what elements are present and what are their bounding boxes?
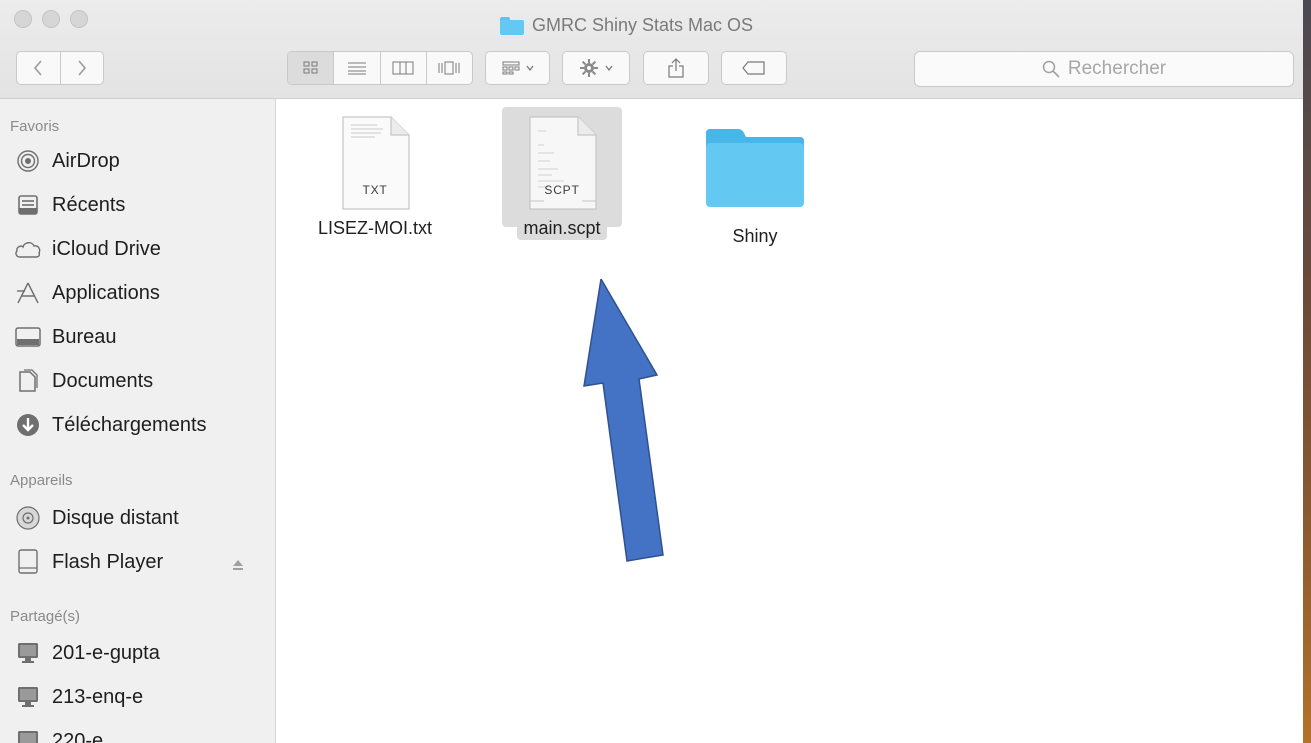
file-type-badge: SCPT: [544, 183, 580, 197]
chevron-left-icon: [34, 60, 42, 76]
recents-icon: [14, 191, 42, 219]
zoom-window-button[interactable]: [70, 10, 88, 28]
tag-icon: [742, 61, 765, 75]
sidebar-section-partages: Partagé(s): [10, 608, 81, 625]
chevron-down-icon: [605, 65, 613, 71]
back-button[interactable]: [17, 52, 61, 84]
action-button[interactable]: [562, 51, 630, 85]
window-title-text: GMRC Shiny Stats Mac OS: [532, 15, 754, 35]
documents-icon: [14, 367, 42, 395]
computer-icon: [14, 639, 42, 667]
sidebar-item-telechargements[interactable]: Téléchargements: [14, 411, 207, 439]
sidebar-item-flash-player[interactable]: Flash Player: [14, 548, 163, 576]
desktop-background-edge: [1303, 0, 1311, 743]
window-controls: [14, 10, 88, 28]
chevron-down-icon: [525, 65, 534, 71]
eject-icon[interactable]: [232, 559, 244, 574]
list-view-button[interactable]: [334, 52, 381, 84]
arrange-grid-icon: [502, 61, 519, 75]
computer-icon: [14, 683, 42, 711]
sidebar-item-recents[interactable]: Récents: [14, 191, 125, 219]
disc-icon: [14, 504, 42, 532]
sidebar-item-213-enq-e[interactable]: 213-enq-e: [14, 683, 143, 711]
file-main-scpt[interactable]: SCPT main.scpt: [494, 115, 630, 240]
gallery-view-button[interactable]: [427, 52, 472, 84]
sidebar-item-applications[interactable]: Applications: [14, 279, 160, 307]
search-icon: [1042, 60, 1060, 78]
share-button[interactable]: [643, 51, 709, 85]
view-mode-buttons: [287, 51, 473, 85]
airdrop-icon: [14, 147, 42, 175]
sidebar-item-201-e-gupta[interactable]: 201-e-gupta: [14, 639, 160, 667]
file-browser: TXT LISEZ-MOI.txt SCPT main.scpt Shiny: [277, 99, 1311, 743]
file-type-badge: TXT: [362, 183, 388, 197]
file-lisez-moi[interactable]: TXT LISEZ-MOI.txt: [307, 115, 443, 240]
navigation-buttons: [16, 51, 104, 85]
computer-icon: [14, 727, 42, 743]
close-window-button[interactable]: [14, 10, 32, 28]
coverflow-icon: [438, 61, 460, 75]
toolbar: GMRC Shiny Stats Mac OS Rechercher: [0, 0, 1311, 99]
chevron-right-icon: [78, 60, 86, 76]
sidebar-item-bureau[interactable]: Bureau: [14, 323, 117, 351]
columns-icon: [392, 61, 414, 75]
arrange-button[interactable]: [485, 51, 550, 85]
sidebar-section-appareils: Appareils: [10, 472, 73, 489]
sidebar-item-documents[interactable]: Documents: [14, 367, 153, 395]
tags-button[interactable]: [721, 51, 787, 85]
gear-icon: [580, 59, 598, 77]
file-name: main.scpt: [517, 217, 607, 240]
list-icon: [347, 62, 366, 75]
search-placeholder: Rechercher: [1067, 58, 1167, 79]
share-icon: [668, 58, 684, 78]
text-document-icon: TXT: [337, 115, 413, 211]
applications-icon: [14, 279, 42, 307]
folder-shiny[interactable]: Shiny: [687, 125, 823, 248]
downloads-icon: [14, 411, 42, 439]
minimize-window-button[interactable]: [42, 10, 60, 28]
script-document-icon: SCPT: [524, 115, 600, 211]
sidebar-item-icloud-drive[interactable]: iCloud Drive: [14, 235, 161, 263]
grid-icon: [303, 61, 318, 74]
search-field[interactable]: Rechercher: [914, 51, 1294, 87]
forward-button[interactable]: [61, 52, 104, 84]
sidebar-item-disque-distant[interactable]: Disque distant: [14, 504, 179, 532]
sidebar: Favoris AirDrop Récents iCloud Drive App…: [0, 99, 276, 743]
file-name: LISEZ-MOI.txt: [317, 218, 432, 238]
window-title: GMRC Shiny Stats Mac OS: [500, 15, 753, 36]
desktop-icon: [14, 323, 42, 351]
icon-view-button[interactable]: [288, 52, 335, 84]
annotation-arrow-icon: [583, 279, 664, 562]
folder-icon: [702, 125, 808, 211]
finder-window: GMRC Shiny Stats Mac OS Rechercher Favor…: [0, 0, 1311, 743]
sidebar-item-220-e[interactable]: 220-e: [14, 727, 103, 743]
sidebar-item-airdrop[interactable]: AirDrop: [14, 147, 120, 175]
cloud-icon: [14, 235, 42, 263]
file-name: Shiny: [732, 226, 778, 246]
drive-icon: [14, 548, 42, 576]
column-view-button[interactable]: [381, 52, 427, 84]
sidebar-section-favoris: Favoris: [10, 118, 60, 135]
folder-icon: [500, 16, 524, 35]
